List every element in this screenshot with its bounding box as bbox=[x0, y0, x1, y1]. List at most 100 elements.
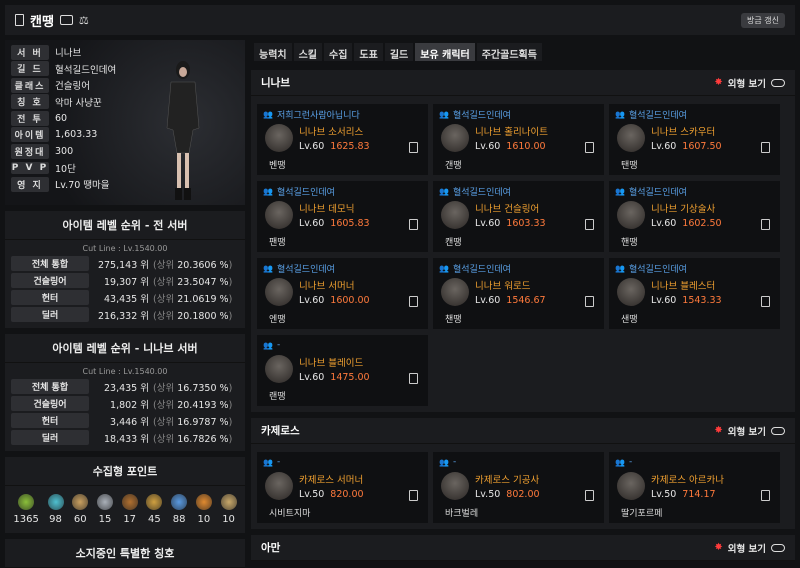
copy-icon[interactable] bbox=[409, 142, 418, 153]
guild-icon: 👥 bbox=[439, 457, 449, 467]
character-card[interactable]: 👥 - 니나브 블레이드 Lv.60 1475.00 랜땡 bbox=[257, 335, 428, 406]
collect-point[interactable]: 10 bbox=[220, 494, 237, 525]
ranking-rank: 18,433 위 bbox=[103, 433, 149, 445]
collect-point[interactable]: 1365 bbox=[13, 494, 39, 525]
character-item-level: 802.00 bbox=[506, 489, 540, 500]
tab-5[interactable]: 보유 캐릭터 bbox=[415, 43, 475, 61]
character-card[interactable]: 👥 - 카제로스 기공사 Lv.50 802.00 바크벌레 bbox=[433, 452, 604, 523]
collect-point[interactable]: 98 bbox=[47, 494, 64, 525]
collect-point[interactable]: 15 bbox=[96, 494, 113, 525]
ranking-suffix: ) bbox=[228, 259, 233, 271]
copy-icon[interactable] bbox=[585, 142, 594, 153]
refresh-button[interactable]: 방금 갱신 bbox=[741, 13, 785, 28]
character-nickname: 챈땡 bbox=[445, 315, 462, 325]
profile-label: 영 지 bbox=[11, 176, 49, 192]
character-class: 데모닉 bbox=[328, 204, 355, 215]
character-card[interactable]: 👥 혈석길드인데여 니나브 홀리나이트 Lv.60 1610.00 갠땡 bbox=[433, 104, 604, 175]
ranking-percent-value: 21.0619 % bbox=[177, 293, 229, 305]
tab-4[interactable]: 길드 bbox=[384, 43, 414, 61]
ranking-row: 전체 통합 23,435 위 (상위 16.7350 %) bbox=[5, 378, 245, 395]
top-bar: 캔땡 ⚖ 방금 갱신 bbox=[5, 5, 795, 35]
copy-icon[interactable] bbox=[761, 296, 770, 307]
character-card[interactable]: 👥 혈석길드인데여 니나브 스카우터 Lv.60 1607.50 탠땡 bbox=[609, 104, 780, 175]
tab-1[interactable]: 스킬 bbox=[293, 43, 323, 61]
ranking-percent-value: 23.5047 % bbox=[177, 276, 229, 288]
tab-3[interactable]: 도표 bbox=[354, 43, 383, 61]
left-column: 서 버 니나브 길 드 혈석길드인데여 클래스 건슬링어 칭 호 악마 사냥꾼 전 투 60 아이템… bbox=[5, 40, 245, 568]
character-guild: 👥 - bbox=[263, 456, 422, 468]
toggle-icon[interactable] bbox=[771, 426, 785, 435]
character-card[interactable]: 👥 혈석길드인데여 니나브 기상술사 Lv.60 1602.50 핸땡 bbox=[609, 181, 780, 252]
collect-point[interactable]: 45 bbox=[146, 494, 163, 525]
character-guild: 👥 - bbox=[615, 456, 774, 468]
character-card[interactable]: 👥 혈석길드인데여 니나브 블레스터 Lv.60 1543.33 샌땡 bbox=[609, 258, 780, 329]
toggle-icon[interactable] bbox=[771, 543, 785, 552]
server-name: 아만 bbox=[261, 542, 281, 554]
character-server: 니나브 bbox=[299, 358, 326, 369]
copy-icon[interactable] bbox=[409, 219, 418, 230]
copy-icon[interactable] bbox=[585, 296, 594, 307]
server-name: 니나브 bbox=[261, 77, 290, 89]
ranking-rank: 1,802 위 bbox=[110, 399, 149, 411]
character-figure bbox=[166, 61, 200, 200]
character-card[interactable]: 👥 혈석길드인데여 니나브 건슬링어 Lv.60 1603.33 캔땡 bbox=[433, 181, 604, 252]
character-class: 블레스터 bbox=[680, 281, 716, 292]
character-lv: Lv.50 bbox=[299, 489, 325, 500]
ranking-row: 딜러 18,433 위 (상위 16.7826 %) bbox=[5, 429, 245, 446]
character-card[interactable]: 👥 혈석길드인데여 니나브 데모닉 Lv.60 1605.83 팬땡 bbox=[257, 181, 428, 252]
collect-point[interactable]: 88 bbox=[171, 494, 188, 525]
character-name: 니나브 데모닉 bbox=[299, 201, 355, 215]
collect-point[interactable]: 10 bbox=[195, 494, 212, 525]
copy-icon[interactable] bbox=[409, 373, 418, 384]
character-card[interactable]: 👥 혈석길드인데여 니나브 워로드 Lv.60 1546.67 챈땡 bbox=[433, 258, 604, 329]
character-server: 니나브 bbox=[299, 127, 326, 138]
character-server: 니나브 bbox=[475, 204, 502, 215]
character-card[interactable]: 👥 혈석길드인데여 니나브 서머너 Lv.60 1600.00 엔땡 bbox=[257, 258, 428, 329]
character-avatar bbox=[265, 124, 293, 152]
ranking-row: 전체 통합 275,143 위 (상위 20.3606 %) bbox=[5, 255, 245, 272]
view-appearance-toggle[interactable]: ✸ 외형 보기 bbox=[714, 76, 785, 90]
collect-point[interactable]: 60 bbox=[72, 494, 89, 525]
character-avatar bbox=[265, 201, 293, 229]
tab-6[interactable]: 주간골드획득 bbox=[476, 43, 542, 61]
collect-point[interactable]: 17 bbox=[121, 494, 138, 525]
copy-icon[interactable] bbox=[409, 490, 418, 501]
character-level: Lv.50 820.00 bbox=[299, 489, 364, 500]
guild-icon: 👥 bbox=[615, 263, 625, 273]
character-card[interactable]: 👥 - 카제로스 서머너 Lv.50 820.00 시비트지마 bbox=[257, 452, 428, 523]
copy-icon[interactable] bbox=[761, 142, 770, 153]
profile-label: 길 드 bbox=[11, 61, 49, 77]
profile-label: 아이템 bbox=[11, 127, 49, 143]
collect-point-icon bbox=[72, 494, 89, 510]
character-item-level: 1543.33 bbox=[682, 295, 722, 306]
ranking-label: 헌터 bbox=[11, 290, 89, 305]
id-card-icon[interactable] bbox=[59, 15, 73, 25]
tab-2[interactable]: 수집 bbox=[324, 43, 353, 61]
scale-icon[interactable]: ⚖ bbox=[79, 14, 89, 27]
collect-point-value: 1365 bbox=[13, 514, 39, 525]
copy-icon[interactable] bbox=[761, 490, 770, 501]
view-appearance-toggle[interactable]: ✸ 외형 보기 bbox=[714, 424, 785, 438]
character-class: 서머너 bbox=[337, 475, 364, 486]
special-titles-title: 소지중인 특별한 칭호 bbox=[5, 539, 245, 568]
ranking-rank: 3,446 위 bbox=[110, 416, 149, 428]
bookmark-icon[interactable] bbox=[15, 14, 24, 26]
page-title: 캔땡 bbox=[30, 14, 54, 30]
collect-point-value: 98 bbox=[49, 514, 62, 525]
ranking-prefix: (상위 bbox=[153, 416, 175, 428]
character-item-level: 1602.50 bbox=[682, 218, 722, 229]
copy-icon[interactable] bbox=[585, 490, 594, 501]
character-avatar bbox=[265, 472, 293, 500]
character-guild: 👥 혈석길드인데여 bbox=[615, 108, 774, 121]
copy-icon[interactable] bbox=[585, 219, 594, 230]
copy-icon[interactable] bbox=[761, 219, 770, 230]
view-appearance-toggle[interactable]: ✸ 외형 보기 bbox=[714, 541, 785, 555]
ranking-label: 딜러 bbox=[11, 430, 89, 445]
character-card[interactable]: 👥 저희그런사람아닙니다 니나브 소서리스 Lv.60 1625.83 벤땡 bbox=[257, 104, 428, 175]
tab-0[interactable]: 능력치 bbox=[254, 43, 292, 61]
toggle-icon[interactable] bbox=[771, 78, 785, 87]
character-name: 카제로스 서머너 bbox=[299, 472, 363, 486]
guild-name: 혈석길드인데여 bbox=[276, 264, 335, 275]
character-card[interactable]: 👥 - 카제로스 아르카나 Lv.50 714.17 딸기포르페 bbox=[609, 452, 780, 523]
copy-icon[interactable] bbox=[409, 296, 418, 307]
